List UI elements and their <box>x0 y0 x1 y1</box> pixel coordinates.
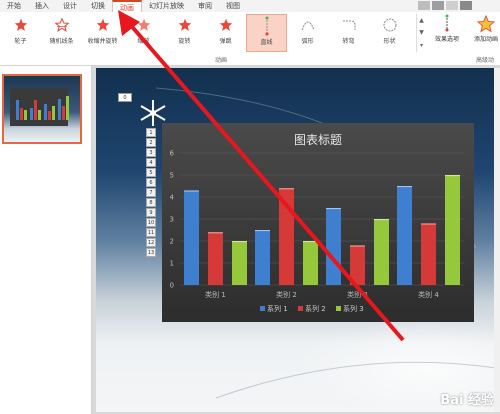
annotation-arrow <box>118 10 405 342</box>
